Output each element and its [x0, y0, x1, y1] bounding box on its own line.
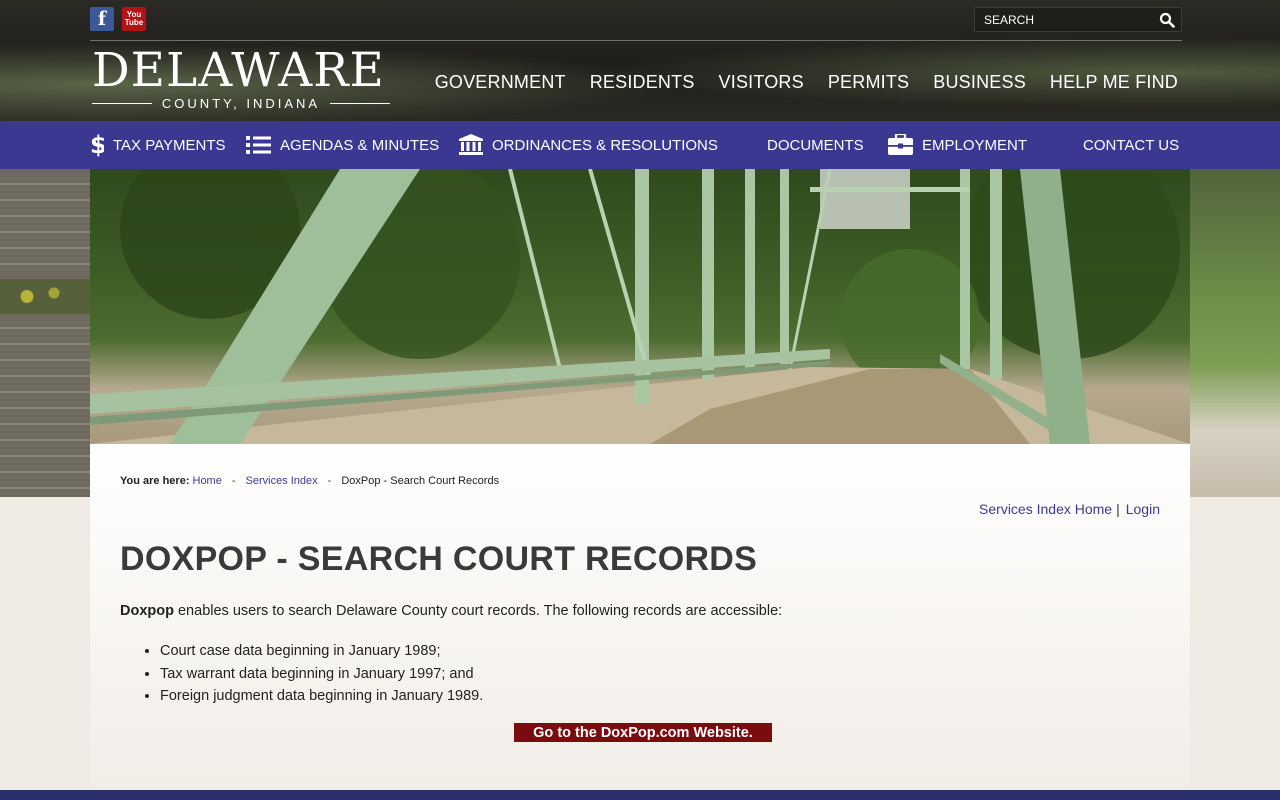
svg-text:$: $	[90, 133, 104, 157]
search-box	[974, 7, 1182, 32]
content-panel: You are here: Home - Services Index - Do…	[90, 444, 1190, 790]
subnav-contact-us[interactable]: CONTACT US	[1083, 121, 1179, 169]
breadcrumb-label: You are here:	[120, 475, 190, 487]
bank-icon	[459, 134, 483, 156]
nav-permits[interactable]: PERMITS	[828, 72, 909, 93]
subnav-label: DOCUMENTS	[767, 136, 864, 154]
intro-paragraph: Doxpop enables users to search Delaware …	[120, 603, 782, 619]
youtube-icon[interactable]: You Tube	[122, 7, 146, 31]
list-item: Tax warrant data beginning in January 19…	[160, 663, 483, 686]
nav-visitors[interactable]: VISITORS	[719, 72, 804, 93]
dollar-icon: $	[90, 133, 104, 157]
list-item: Court case data beginning in January 198…	[160, 640, 483, 663]
list-item: Foreign judgment data beginning in Janua…	[160, 685, 483, 708]
youtube-icon-bottom: Tube	[124, 18, 144, 27]
breadcrumb-home[interactable]: Home	[193, 475, 222, 487]
nav-government[interactable]: GOVERNMENT	[435, 72, 566, 93]
list-icon	[246, 135, 271, 155]
footer-bar	[0, 790, 1280, 800]
main-nav: GOVERNMENT RESIDENTS VISITORS PERMITS BU…	[411, 72, 1178, 93]
subnav-label: CONTACT US	[1083, 136, 1180, 154]
link-divider: |	[1116, 501, 1120, 517]
breadcrumb-current: DoxPop - Search Court Records	[341, 475, 500, 487]
breadcrumb-services-index[interactable]: Services Index	[246, 475, 318, 487]
breadcrumb-separator: -	[327, 475, 332, 487]
header-divider	[90, 40, 1182, 41]
site-header: f You Tube DELAWARE COUNTY, INDIANA GOVE…	[0, 0, 1280, 121]
intro-bold: Doxpop	[120, 603, 174, 619]
hero-bridge-photo	[90, 169, 1190, 444]
search-icon[interactable]	[1159, 12, 1175, 28]
nav-residents[interactable]: RESIDENTS	[590, 72, 695, 93]
logo-subtitle: COUNTY, INDIANA	[161, 96, 321, 111]
logo-subtitle-row: COUNTY, INDIANA	[92, 96, 391, 111]
logo-title: DELAWARE	[92, 43, 385, 98]
search-input[interactable]	[984, 12, 1154, 27]
logo-rule-right	[330, 103, 391, 104]
doxpop-website-button[interactable]: Go to the DoxPop.com Website.	[514, 723, 772, 742]
subnav-documents[interactable]: DOCUMENTS	[767, 121, 864, 169]
records-list: Court case data beginning in January 198…	[160, 640, 483, 708]
subnav-label: EMPLOYMENT	[922, 136, 1028, 154]
login-link[interactable]: Login	[1126, 501, 1160, 517]
logo-rule-left	[92, 103, 152, 104]
bridge-illustration	[90, 169, 1190, 444]
services-toplinks: Services Index Home | Login	[979, 501, 1160, 517]
background-photo-left	[0, 169, 90, 497]
subnav-agendas-minutes[interactable]: AGENDAS & MINUTES	[246, 121, 439, 169]
county-logo[interactable]: DELAWARE COUNTY, INDIANA	[92, 43, 391, 114]
services-index-home-link[interactable]: Services Index Home	[979, 501, 1112, 517]
subnav-employment[interactable]: EMPLOYMENT	[888, 121, 1027, 169]
background-photo-right	[1190, 169, 1280, 497]
quick-links-bar: $ TAX PAYMENTS AGENDAS & MINUTES ORDINAN…	[0, 121, 1280, 169]
subnav-label: ORDINANCES & RESOLUTIONS	[492, 136, 718, 154]
page-title: DOXPOP - SEARCH COURT RECORDS	[120, 540, 758, 578]
subnav-label: AGENDAS & MINUTES	[280, 136, 440, 154]
subnav-tax-payments[interactable]: $ TAX PAYMENTS	[90, 121, 226, 169]
facebook-icon[interactable]: f	[90, 7, 114, 31]
nav-business[interactable]: BUSINESS	[933, 72, 1026, 93]
subnav-ordinances-resolutions[interactable]: ORDINANCES & RESOLUTIONS	[459, 121, 718, 169]
subnav-label: TAX PAYMENTS	[113, 136, 226, 154]
intro-text: enables users to search Delaware County …	[173, 603, 783, 619]
breadcrumb-separator: -	[231, 475, 236, 487]
briefcase-icon	[888, 134, 913, 156]
breadcrumb: You are here: Home - Services Index - Do…	[120, 475, 499, 487]
nav-help-me-find[interactable]: HELP ME FIND	[1050, 72, 1178, 93]
